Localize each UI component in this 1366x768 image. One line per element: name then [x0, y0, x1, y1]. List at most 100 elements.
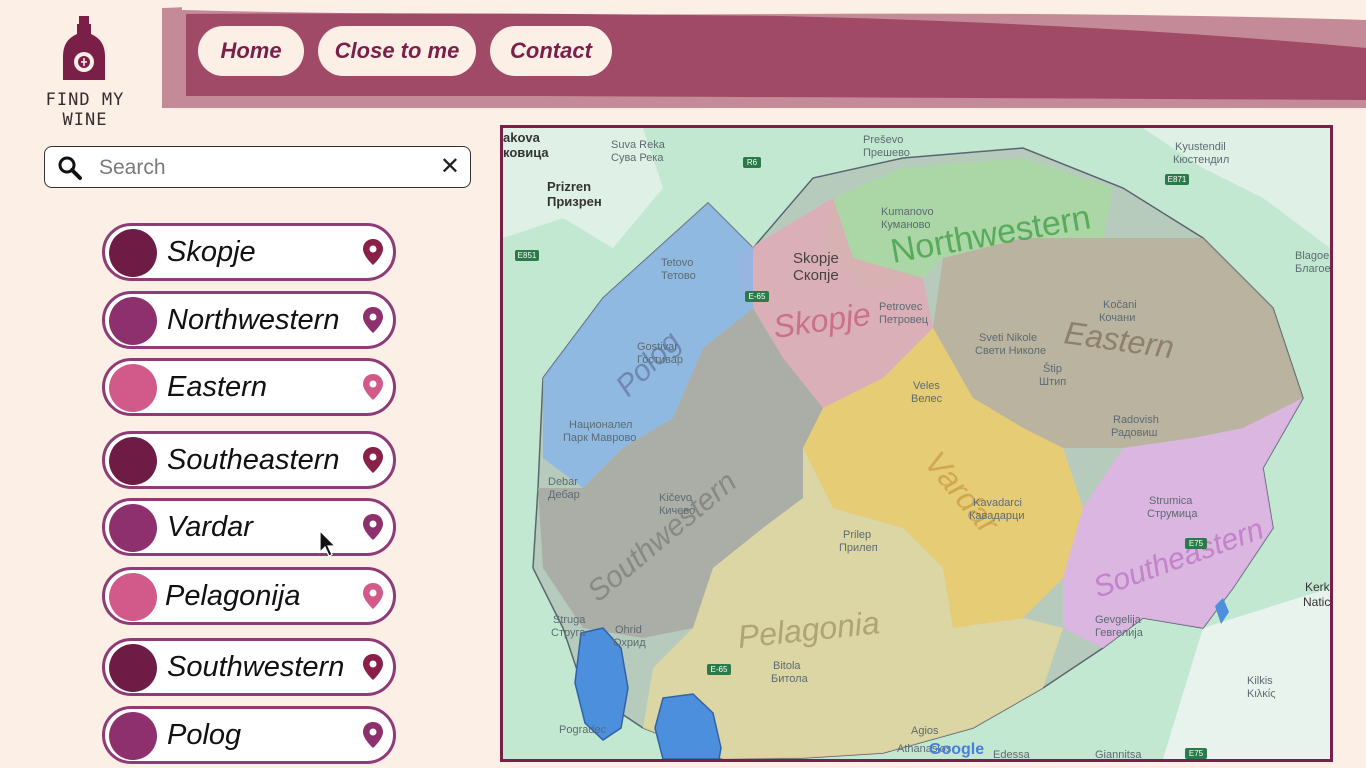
region-label: Eastern: [167, 371, 267, 403]
region-label: Skopje: [167, 236, 256, 268]
map-place: Гевгелија: [1095, 627, 1144, 639]
logo[interactable]: FIND MY WINE: [18, 12, 152, 130]
location-pin-icon[interactable]: [362, 582, 384, 610]
location-pin-icon[interactable]: [362, 306, 384, 334]
map-place: Gevgelija: [1095, 614, 1142, 626]
map-place: Prilep: [843, 529, 871, 541]
map-place: Прешево: [863, 147, 910, 159]
road-shield: E-65: [749, 292, 766, 301]
location-pin-icon[interactable]: [362, 513, 384, 541]
map-place: Radovish: [1113, 414, 1159, 426]
map-place: Велес: [911, 393, 943, 405]
map-place: akova: [503, 130, 541, 145]
map-place: Bitola: [773, 660, 801, 672]
map-place: Кичево: [659, 505, 695, 517]
location-pin-icon[interactable]: [362, 373, 384, 401]
map-place: Prizren: [547, 179, 591, 194]
map-place: Tetovo: [661, 257, 693, 269]
map-place: Suva Reka: [611, 139, 666, 151]
map-place: Битола: [771, 673, 809, 685]
map-place: Kumanovo: [881, 206, 934, 218]
region-item-northwestern[interactable]: Northwestern: [102, 291, 396, 349]
map-place: Призрен: [547, 194, 602, 209]
region-label: Southwestern: [167, 651, 345, 683]
map-place: Националел: [569, 419, 632, 431]
road-shield: E75: [1189, 749, 1204, 758]
region-label: Polog: [167, 719, 242, 751]
map-place: Struga: [553, 614, 586, 626]
nav-home-button[interactable]: Home: [198, 26, 304, 76]
map-place: Прилеп: [839, 542, 878, 554]
road-shield: E871: [1168, 175, 1187, 184]
map-place: Свети Николе: [975, 345, 1046, 357]
map-place: Debar: [548, 476, 578, 488]
google-logo: Google: [929, 741, 984, 758]
map-place: Петровец: [879, 314, 929, 326]
map-place: Дебар: [548, 489, 580, 501]
map-place: Gostivar: [637, 341, 678, 353]
map-place: Парк Маврово: [563, 432, 636, 444]
nav-close-to-me-button[interactable]: Close to me: [318, 26, 476, 76]
region-color-dot: [109, 437, 157, 485]
map-place: Радовиш: [1111, 427, 1158, 439]
map-place: Благое: [1295, 263, 1330, 275]
region-color-dot: [109, 644, 157, 692]
map-place: Strumica: [1149, 495, 1193, 507]
location-pin-icon[interactable]: [362, 238, 384, 266]
map-place: Pogradec: [559, 724, 607, 736]
map-place: Куманово: [881, 219, 931, 231]
brand-name: FIND MY WINE: [45, 90, 125, 130]
map-place: Skopje: [793, 250, 839, 267]
region-color-dot: [109, 712, 157, 760]
map-place: Veles: [913, 380, 940, 392]
map-place: Кюстендил: [1173, 154, 1229, 166]
map-place: Kičevo: [659, 492, 692, 504]
map-place: Giannitsa: [1095, 749, 1142, 759]
region-label: Northwestern: [167, 304, 340, 336]
location-pin-icon[interactable]: [362, 653, 384, 681]
region-item-eastern[interactable]: Eastern: [102, 358, 396, 416]
road-shield: R6: [747, 158, 758, 167]
region-item-polog[interactable]: Polog: [102, 706, 396, 764]
macedonia-region-map[interactable]: Northwestern Skopje Eastern Polog Vardar…: [503, 128, 1330, 759]
map-place: Blagoe: [1295, 250, 1329, 262]
map-place: Edessa: [993, 749, 1031, 759]
map-place: Охрид: [613, 637, 646, 649]
region-item-vardar[interactable]: Vardar: [102, 498, 396, 556]
region-color-dot: [109, 297, 157, 345]
map-place: Natic: [1303, 595, 1330, 609]
map-place: Sveti Nikole: [979, 332, 1037, 344]
search-bar: ✕: [44, 146, 471, 188]
map-place: Kyustendil: [1175, 141, 1226, 153]
region-label: Pelagonija: [165, 580, 301, 612]
mouse-cursor-icon: [319, 530, 337, 557]
map-place: Кочани: [1099, 312, 1135, 324]
region-item-skopje[interactable]: Skopje: [102, 223, 396, 281]
road-shield: E851: [518, 251, 537, 260]
region-item-pelagonija[interactable]: Pelagonija: [102, 567, 396, 625]
road-shield: E-65: [711, 665, 728, 674]
map-place: Agios: [911, 725, 939, 737]
search-icon[interactable]: [57, 155, 83, 181]
clear-search-icon[interactable]: ✕: [440, 153, 460, 181]
map-place: Сува Река: [611, 152, 664, 164]
location-pin-icon[interactable]: [362, 721, 384, 749]
map-place: Струмица: [1147, 508, 1198, 520]
map-place: Тетово: [661, 270, 696, 282]
map-place: Ohrid: [615, 624, 642, 636]
search-input[interactable]: [97, 153, 431, 183]
map-place: Kavadarci: [973, 497, 1022, 509]
region-color-dot: [109, 504, 157, 552]
map-place: Κιλκίς: [1247, 688, 1276, 700]
map-place: ковица: [503, 145, 549, 160]
region-item-southeastern[interactable]: Southeastern: [102, 431, 396, 489]
region-label: Vardar: [167, 511, 253, 543]
nav-contact-button[interactable]: Contact: [490, 26, 612, 76]
region-map[interactable]: Northwestern Skopje Eastern Polog Vardar…: [500, 125, 1333, 762]
region-label: Southeastern: [167, 444, 340, 476]
map-place: Kilkis: [1247, 675, 1273, 687]
map-place: Kerk: [1305, 580, 1330, 594]
region-item-southwestern[interactable]: Southwestern: [102, 638, 396, 696]
map-place: Kočani: [1103, 299, 1137, 311]
location-pin-icon[interactable]: [362, 446, 384, 474]
